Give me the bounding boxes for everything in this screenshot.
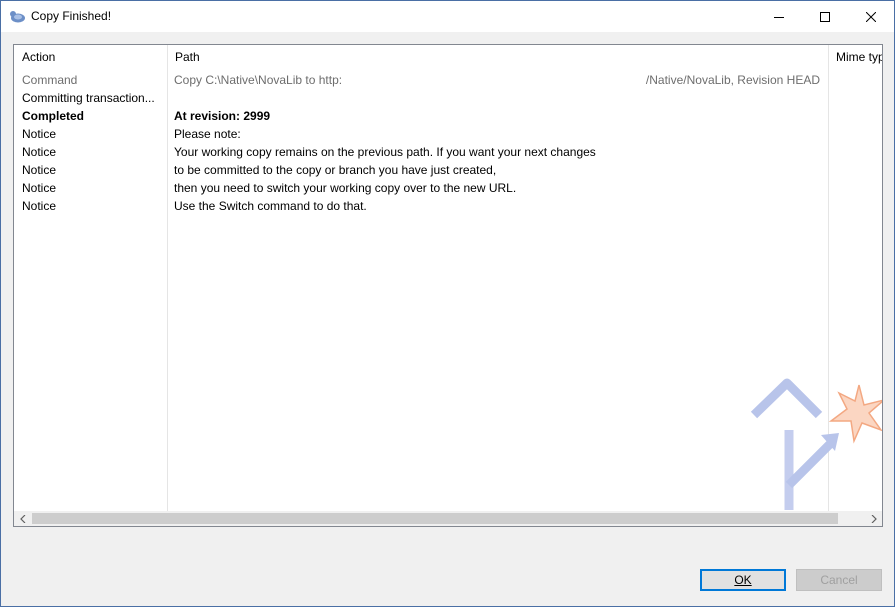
list-row[interactable]: Notice then you need to switch your work… xyxy=(14,179,882,197)
maximize-button[interactable] xyxy=(802,1,848,32)
minimize-button[interactable] xyxy=(756,1,802,32)
scrollbar-thumb[interactable] xyxy=(32,513,838,524)
column-header-action[interactable]: Action xyxy=(14,45,167,69)
minimize-icon xyxy=(774,16,784,18)
window-title: Copy Finished! xyxy=(31,9,112,23)
title-bar[interactable]: Copy Finished! xyxy=(1,1,894,32)
list-header: Action Path Mime typ xyxy=(14,45,882,69)
maximize-icon xyxy=(820,11,830,22)
column-header-path[interactable]: Path xyxy=(167,45,828,69)
row-action: Command xyxy=(22,73,78,87)
ok-button[interactable]: OK xyxy=(700,569,786,591)
row-action: Completed xyxy=(22,109,85,123)
scroll-left-button[interactable] xyxy=(14,511,31,526)
row-path: At revision: 2999 xyxy=(174,109,271,123)
close-icon xyxy=(866,11,876,22)
copy-finished-dialog: Copy Finished! Action Path Mime typ Comm… xyxy=(0,0,895,607)
close-button[interactable] xyxy=(848,1,894,32)
row-action: Notice xyxy=(22,145,57,159)
row-action: Notice xyxy=(22,199,57,213)
tortoise-icon xyxy=(10,11,25,23)
row-action: Committing transaction... xyxy=(22,91,155,105)
scroll-right-button[interactable] xyxy=(865,511,882,526)
branch-copy-icon xyxy=(750,378,882,510)
row-path: Your working copy remains on the previou… xyxy=(174,145,596,159)
row-action: Notice xyxy=(22,181,57,195)
column-header-mime-type[interactable]: Mime typ xyxy=(828,45,882,69)
ok-button-label: OK xyxy=(734,573,752,587)
list-row[interactable]: Notice to be committed to the copy or br… xyxy=(14,161,882,179)
list-row[interactable]: Notice Please note: xyxy=(14,125,882,143)
row-action: Notice xyxy=(22,127,57,141)
chevron-right-icon xyxy=(871,514,877,523)
cancel-button[interactable]: Cancel xyxy=(796,569,882,591)
results-list[interactable]: Action Path Mime typ Command Copy C:\Nat… xyxy=(13,44,883,527)
list-row[interactable]: Notice Use the Switch command to do that… xyxy=(14,197,882,215)
row-path xyxy=(174,89,664,107)
row-path: then you need to switch your working cop… xyxy=(174,181,517,195)
list-row[interactable]: Committing transaction... xyxy=(14,89,882,107)
list-row-command[interactable]: Command Copy C:\Native\NovaLib to http: … xyxy=(14,71,882,89)
row-path: to be committed to the copy or branch yo… xyxy=(174,163,497,177)
chevron-left-icon xyxy=(19,514,25,523)
list-row-completed[interactable]: Completed At revision: 2999 xyxy=(14,107,882,125)
horizontal-scrollbar[interactable] xyxy=(14,511,882,526)
row-path: Please note: xyxy=(174,127,241,141)
row-action: Notice xyxy=(22,163,57,177)
list-row[interactable]: Notice Your working copy remains on the … xyxy=(14,143,882,161)
row-path: Use the Switch command to do that. xyxy=(174,199,367,213)
row-path-tail: /Native/NovaLib, Revision HEAD xyxy=(645,73,820,87)
